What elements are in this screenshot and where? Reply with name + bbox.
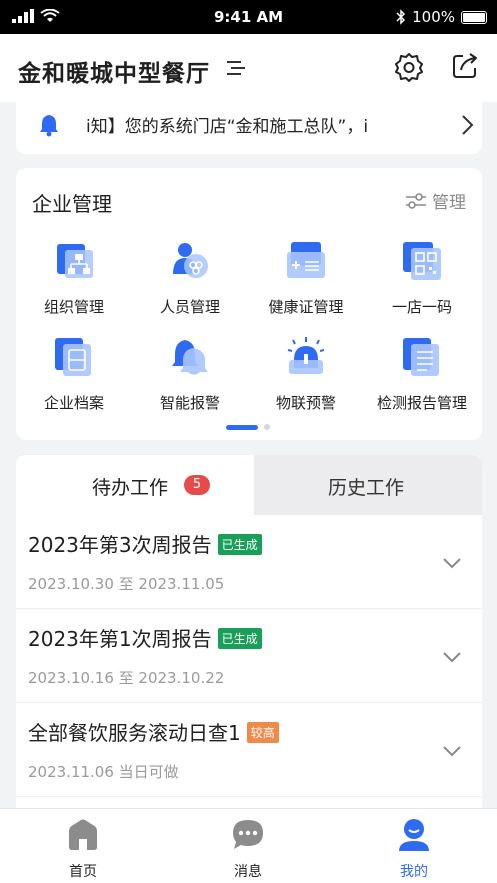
task-tabs: 待办工作 5 历史工作 — [16, 455, 482, 515]
tab-history[interactable]: 历史工作 — [254, 455, 482, 515]
bluetooth-icon — [396, 9, 406, 25]
enterprise-management-card: 企业管理 管理 组织管理 人员管理 健康证管理 一店一码 企业档案 智能报警 物… — [16, 168, 482, 440]
grid-item-alarm[interactable]: 智能报警 — [132, 336, 248, 413]
message-icon — [233, 820, 263, 849]
org-structure-icon — [57, 244, 93, 278]
nav-label: 首页 — [69, 864, 97, 880]
health-cert-icon — [287, 242, 325, 278]
page-dot — [264, 424, 270, 430]
bottom-nav: 首页 消息 我的 — [0, 808, 497, 883]
status-tag: 已生成 — [217, 534, 262, 555]
sliders-icon — [406, 192, 426, 209]
page-indicator — [226, 424, 270, 430]
grid-item-archive[interactable]: 企业档案 — [16, 336, 132, 413]
tab-label: 待办工作 — [92, 477, 169, 499]
switch-store-icon[interactable] — [227, 60, 245, 76]
chevron-down-icon[interactable] — [443, 651, 461, 663]
grid-item-org[interactable]: 组织管理 — [16, 240, 132, 317]
grid-item-qr[interactable]: 一店一码 — [364, 240, 480, 317]
task-title: 2023年第3次周报告 — [28, 533, 212, 557]
nav-messages[interactable]: 消息 — [208, 817, 288, 881]
grid-label: 物联预警 — [275, 394, 336, 412]
archive-icon — [55, 338, 91, 376]
notice-bar[interactable]: i知】您的系统门店“金和施工总队”，i — [16, 102, 482, 154]
grid-label: 一店一码 — [391, 298, 452, 316]
alarm-bell-icon — [172, 340, 208, 375]
grid-item-report[interactable]: 检测报告管理 — [364, 336, 480, 413]
battery-icon — [461, 10, 487, 24]
share-icon[interactable] — [451, 52, 479, 80]
todo-count-badge: 5 — [184, 475, 210, 495]
grid-label: 智能报警 — [159, 394, 220, 412]
grid-item-people[interactable]: 人员管理 — [132, 240, 248, 317]
profile-icon — [399, 819, 429, 851]
gear-icon[interactable] — [394, 52, 424, 82]
home-icon — [69, 819, 97, 850]
manage-button[interactable]: 管理 — [406, 188, 466, 213]
qr-code-icon — [403, 242, 441, 280]
tab-label: 历史工作 — [328, 477, 405, 499]
management-title: 企业管理 — [32, 192, 112, 216]
store-name[interactable]: 金和暖城中型餐厅 — [18, 54, 210, 88]
task-date-range: 2023.10.30 至 2023.11.05 — [28, 575, 225, 593]
nav-home[interactable]: 首页 — [43, 817, 123, 881]
iot-warning-icon — [287, 337, 325, 374]
notice-text: i知】您的系统门店“金和施工总队”，i — [86, 117, 369, 137]
grid-item-health-cert[interactable]: 健康证管理 — [248, 240, 364, 317]
report-icon — [403, 338, 439, 376]
grid-item-iot[interactable]: 物联预警 — [248, 336, 364, 413]
battery-percent: 100% — [412, 8, 455, 26]
task-row[interactable]: 全部餐饮服务滚动日查1 较高 2023.11.06 当日可做 — [16, 703, 482, 797]
grid-label: 人员管理 — [159, 298, 220, 316]
grid-label: 企业档案 — [43, 394, 104, 412]
task-date-range: 2023.11.06 当日可做 — [28, 763, 179, 781]
people-icon — [173, 243, 208, 278]
nav-label: 我的 — [400, 864, 428, 880]
nav-profile[interactable]: 我的 — [374, 817, 454, 881]
grid-label: 检测报告管理 — [376, 394, 467, 412]
app-header: 金和暖城中型餐厅 — [0, 34, 497, 102]
status-tag: 已生成 — [217, 628, 262, 649]
task-title: 全部餐饮服务滚动日查1 — [28, 721, 241, 745]
tasks-card: 待办工作 5 历史工作 2023年第3次周报告 已生成 2023.10.30 至 … — [16, 455, 482, 810]
priority-tag: 较高 — [246, 722, 279, 743]
grid-label: 健康证管理 — [268, 298, 344, 316]
chevron-right-icon[interactable] — [460, 114, 474, 136]
chevron-down-icon[interactable] — [443, 557, 461, 569]
chevron-down-icon[interactable] — [443, 745, 461, 757]
task-title: 2023年第1次周报告 — [28, 627, 212, 651]
tab-todo[interactable]: 待办工作 5 — [16, 455, 254, 515]
task-date-range: 2023.10.16 至 2023.10.22 — [28, 669, 225, 687]
nav-label: 消息 — [234, 864, 262, 880]
task-row[interactable]: 2023年第1次周报告 已生成 2023.10.16 至 2023.10.22 — [16, 609, 482, 703]
page-dot-active — [226, 424, 258, 430]
bell-icon — [40, 115, 58, 137]
status-bar: 9:41 AM 100% — [0, 0, 497, 34]
task-row[interactable]: 2023年第3次周报告 已生成 2023.10.30 至 2023.11.05 — [16, 515, 482, 609]
manage-label: 管理 — [432, 193, 466, 213]
grid-label: 组织管理 — [43, 298, 104, 316]
